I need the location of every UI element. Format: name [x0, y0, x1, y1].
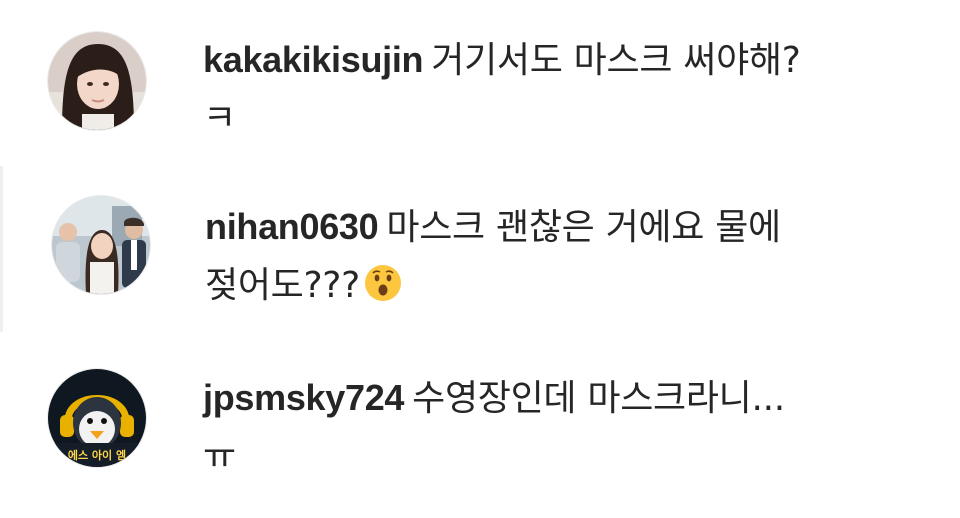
comment-body: 거기서도 마스크 써야해?: [431, 40, 801, 81]
comment-username[interactable]: nihan0630: [205, 206, 379, 247]
comment-text: jpsmsky724 수영장인데 마스크라니... ㅠ: [203, 369, 923, 486]
comment-item: nihan0630 마스크 괜찮은 거에요 물에 젖어도???: [0, 182, 960, 332]
comment-item: kakakikisujin 거기서도 마스크 써야해? ㅋ: [0, 15, 960, 165]
comment-body-continued: ㅠ: [203, 436, 236, 477]
comment-username[interactable]: jpsmsky724: [203, 377, 404, 418]
comment-body: 수영장인데 마스크라니...: [412, 378, 785, 419]
comment-item: 에스 아이 엠 jpsmsky724 수영장인데 마스크라니... ㅠ: [0, 353, 960, 503]
comment-username[interactable]: kakakikisujin: [203, 39, 424, 80]
avatar-caption: 에스 아이 엠: [68, 448, 126, 462]
user-photo-avatar[interactable]: [48, 32, 146, 130]
penguin-character-avatar[interactable]: 에스 아이 엠: [48, 369, 146, 467]
comment-text: kakakikisujin 거기서도 마스크 써야해? ㅋ: [203, 31, 923, 148]
comment-body-continued: 젖어도???: [205, 265, 360, 306]
comment-text: nihan0630 마스크 괜찮은 거에요 물에 젖어도???: [205, 198, 925, 315]
surprised-face-emoji: [364, 265, 401, 301]
comment-body: 마스크 괜찮은 거에요 물에: [386, 207, 781, 248]
group-photo-avatar[interactable]: [52, 196, 150, 294]
avatar-image: [48, 32, 146, 130]
avatar-image: 에스 아이 엠: [48, 369, 146, 467]
avatar-image: [52, 196, 150, 294]
comment-body-continued: ㅋ: [203, 98, 236, 139]
